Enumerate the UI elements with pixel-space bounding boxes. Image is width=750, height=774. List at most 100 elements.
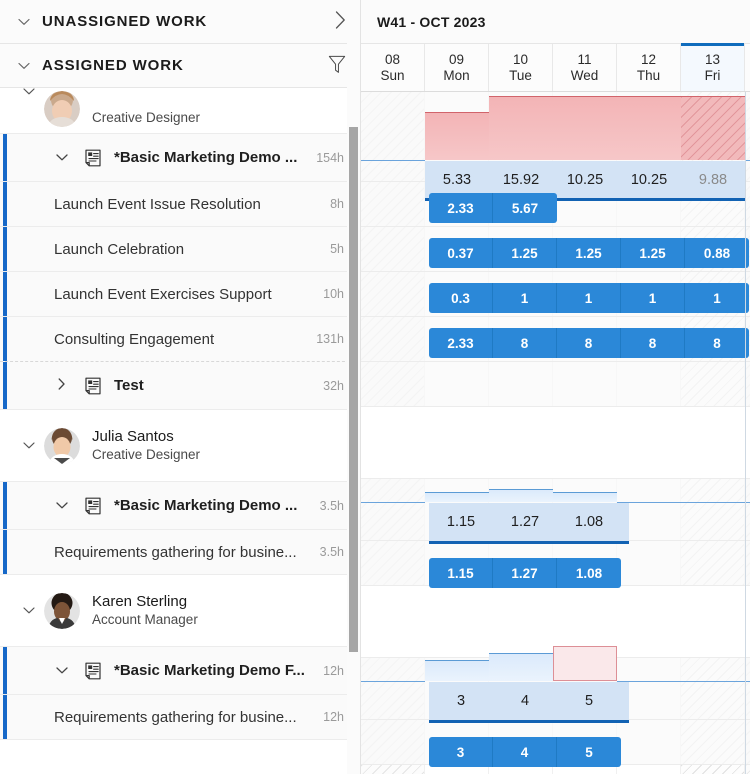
day-name: Sun xyxy=(380,67,405,83)
day-number: 13 xyxy=(704,51,721,67)
filter-funnel-icon[interactable] xyxy=(328,55,346,77)
task-value-wed: 8 xyxy=(557,328,621,358)
overallocation-band-fri xyxy=(681,96,745,160)
task-value-thu: 8 xyxy=(621,328,685,358)
summary-value-tue: 15.92 xyxy=(502,171,540,188)
task-name: Requirements gathering for busine... xyxy=(54,543,297,561)
task-value-thu: 1 xyxy=(621,283,685,313)
chevron-down-icon[interactable] xyxy=(22,438,36,453)
task-value-wed: 1.25 xyxy=(557,238,621,268)
group-header-unassigned-work[interactable]: UNASSIGNED WORK xyxy=(0,0,360,44)
overallocation-band-mon xyxy=(425,112,489,160)
summary-bar-julia-basic-marketing[interactable]: 1.15 1.27 1.08 xyxy=(429,503,629,544)
person-row-julia-santos[interactable]: Julia Santos Creative Designer xyxy=(0,410,360,482)
task-bar-requirements-gathering-julia[interactable]: 1.15 1.27 1.08 xyxy=(429,558,621,588)
day-number: 10 xyxy=(512,51,529,67)
day-name: Fri xyxy=(704,67,721,83)
summary-value-fri: 9.88 xyxy=(698,171,728,188)
chevron-down-icon[interactable] xyxy=(54,150,70,165)
task-value-tue: 1.27 xyxy=(493,558,557,588)
task-name: Launch Event Issue Resolution xyxy=(54,195,261,213)
project-row-test[interactable]: Test 32h xyxy=(0,362,360,410)
project-row-basic-marketing-demo-1[interactable]: *Basic Marketing Demo ... 154h xyxy=(0,134,360,182)
selection-accent-bar xyxy=(3,182,7,226)
task-row-requirements-gathering-karen[interactable]: Requirements gathering for busine... 12h xyxy=(0,695,360,740)
resource-planner: UNASSIGNED WORK ASSIGNED WORK Creative D… xyxy=(0,0,750,774)
project-name: *Basic Marketing Demo ... xyxy=(114,149,298,166)
day-name: Thu xyxy=(636,67,661,83)
summary-value-thu: 10.25 xyxy=(630,171,668,188)
day-column-header-12-thu[interactable]: 12 Thu xyxy=(617,44,681,91)
day-name: Tue xyxy=(509,67,532,83)
person-info: Karen Sterling Account Manager xyxy=(92,592,198,629)
day-number: 09 xyxy=(448,51,465,67)
task-row-requirements-gathering-julia[interactable]: Requirements gathering for busine... 3.5… xyxy=(0,530,360,575)
chevron-down-icon[interactable] xyxy=(18,15,30,28)
task-value-mon: 3 xyxy=(429,737,493,767)
chevron-right-icon[interactable] xyxy=(54,378,70,393)
task-value-mon: 2.33 xyxy=(429,193,493,223)
summary-value-mon: 5.33 xyxy=(442,171,472,188)
project-icon xyxy=(84,662,102,680)
day-column-header-11-wed[interactable]: 11 Wed xyxy=(553,44,617,91)
task-row-launch-celebration[interactable]: Launch Celebration 5h xyxy=(0,227,360,272)
capacity-band-julia-wed xyxy=(553,492,617,502)
task-name: Launch Celebration xyxy=(54,240,185,258)
project-row-basic-marketing-demo-2[interactable]: *Basic Marketing Demo ... 3.5h xyxy=(0,482,360,530)
person-row-jennifer-campbell[interactable]: Creative Designer xyxy=(0,88,360,134)
task-bar-launch-event-exercises-support[interactable]: 0.3 1 1 1 1 xyxy=(429,283,749,313)
scrollbar-thumb[interactable] xyxy=(349,127,358,652)
day-name: Wed xyxy=(570,67,599,83)
task-bar-consulting-engagement[interactable]: 2.33 8 8 8 8 xyxy=(429,328,749,358)
project-row-basic-marketing-demo-3[interactable]: *Basic Marketing Demo F... 12h xyxy=(0,647,360,695)
task-value-tue: 5.67 xyxy=(511,200,539,216)
task-row-launch-event-exercises-support[interactable]: Launch Event Exercises Support 10h xyxy=(0,272,360,317)
task-name: Launch Event Exercises Support xyxy=(54,285,272,303)
chevron-down-icon[interactable] xyxy=(54,663,70,678)
day-number: 12 xyxy=(640,51,657,67)
task-row-consulting-engagement[interactable]: Consulting Engagement 131h xyxy=(0,317,360,362)
task-value-tue: 1 xyxy=(493,283,557,313)
chevron-down-icon[interactable] xyxy=(54,498,70,513)
day-column-header-13-fri[interactable]: 13 Fri xyxy=(681,43,745,91)
summary-bar-karen-basic-marketing[interactable]: 3 4 5 xyxy=(429,682,629,723)
project-icon xyxy=(84,377,102,395)
project-icon xyxy=(84,497,102,515)
timeline-row-project-test[interactable] xyxy=(361,362,750,407)
person-info: Creative Designer xyxy=(92,109,200,127)
day-column-header-10-tue[interactable]: 10 Tue xyxy=(489,44,553,91)
timeline-grid: 5.33 15.92 10.25 10.25 9.88 2.33 5.67 0.… xyxy=(361,92,750,774)
selection-accent-bar xyxy=(3,695,7,739)
left-panel-scrollbar[interactable] xyxy=(347,0,360,774)
task-bar-launch-celebration[interactable]: 0.37 1.25 1.25 1.25 0.88 xyxy=(429,238,749,268)
capacity-band-karen-mon xyxy=(425,660,489,681)
chevron-down-icon[interactable] xyxy=(22,603,36,618)
capacity-baseline xyxy=(361,160,425,161)
day-number: 11 xyxy=(577,51,592,67)
chevron-right-icon[interactable] xyxy=(335,11,346,32)
project-name: *Basic Marketing Demo ... xyxy=(114,497,298,514)
person-row-karen-sterling[interactable]: Karen Sterling Account Manager xyxy=(0,575,360,647)
selection-accent-bar xyxy=(3,530,7,574)
day-column-header-08-sun[interactable]: 08 Sun xyxy=(361,44,425,91)
chevron-down-icon[interactable] xyxy=(22,84,36,99)
task-name: Requirements gathering for busine... xyxy=(54,708,297,726)
task-value-mon: 0.3 xyxy=(429,283,493,313)
task-value-mon: 0.37 xyxy=(429,238,493,268)
summary-value-wed: 1.08 xyxy=(574,514,604,530)
group-header-assigned-work[interactable]: ASSIGNED WORK xyxy=(0,44,360,88)
timeline-row-person-julia[interactable] xyxy=(361,407,750,479)
task-bar-requirements-gathering-karen[interactable]: 3 4 5 xyxy=(429,737,621,767)
chevron-down-icon[interactable] xyxy=(18,59,30,72)
capacity-band-karen-tue xyxy=(489,653,553,681)
day-column-header-09-mon[interactable]: 09 Mon xyxy=(425,44,489,91)
selection-accent-bar xyxy=(3,647,7,694)
project-name: Test xyxy=(114,377,144,394)
selection-accent-bar xyxy=(3,317,7,361)
task-value-tue: 4 xyxy=(493,737,557,767)
task-bar-launch-event-issue-resolution[interactable]: 2.33 5.67 xyxy=(429,193,557,223)
task-value-fri: 1 xyxy=(713,290,721,306)
overallocation-band-karen-wed xyxy=(553,646,617,681)
day-column-header-partial xyxy=(745,44,750,91)
task-row-launch-event-issue-resolution[interactable]: Launch Event Issue Resolution 8h xyxy=(0,182,360,227)
